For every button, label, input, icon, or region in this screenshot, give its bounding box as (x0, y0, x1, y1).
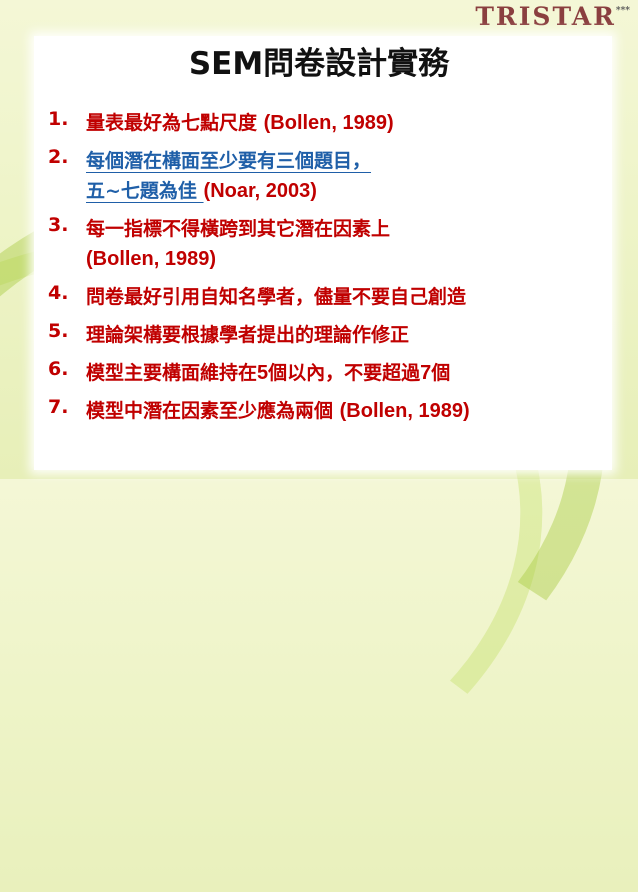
item-text: 問卷最好引用自知名學者，儘量不要自己創造 (86, 286, 467, 308)
item-number: 5. (48, 320, 69, 342)
list-item-1: 1. 量表最好為七點尺度 (Bollen, 1989) (48, 108, 628, 138)
item-text: 個 (431, 362, 451, 384)
item-number: 1. (48, 108, 69, 130)
list-item-3: 3. 每一指標不得橫跨到其它潛在因素上 (Bollen, 1989) (48, 214, 628, 274)
tristar-logo: TRISTAR*** (475, 2, 630, 31)
brand-stars: *** (615, 6, 630, 16)
item-text: 模型中潛在因素至少應為兩個 (86, 400, 340, 422)
item-number: 7. (48, 396, 69, 418)
item-reference: (Bollen, 1989) (263, 112, 394, 134)
item-link-text[interactable]: 五~七題為佳 (86, 180, 204, 202)
item-number: 2. (48, 146, 69, 168)
item-number: 6. (48, 358, 69, 380)
item-text: 個以內，不要超過 (268, 362, 421, 384)
item-text: 量表最好為七點尺度 (86, 112, 264, 134)
item-reference: (Noar, 2003) (203, 180, 317, 202)
list-item-4: 4. 問卷最好引用自知名學者，儘量不要自己創造 (48, 282, 628, 312)
list-item-5: 5. 理論架構要根據學者提出的理論作修正 (48, 320, 628, 350)
item-number-value: 5 (257, 362, 269, 384)
list-item-7: 7. 模型中潛在因素至少應為兩個 (Bollen, 1989) (48, 396, 628, 426)
item-text: 每一指標不得橫跨到其它潛在因素上 (86, 218, 391, 240)
brand-name: TRISTAR (475, 2, 616, 31)
item-number: 4. (48, 282, 69, 304)
list-item-6: 6. 模型主要構面維持在5個以內，不要超過7個 (48, 358, 628, 388)
list-item-2: 2. 每個潛在構面至少要有三個題目， 五~七題為佳 (Noar, 2003) (48, 146, 628, 206)
item-reference: (Bollen, 1989) (86, 248, 217, 270)
item-reference: (Bollen, 1989) (339, 400, 470, 422)
bullet-list: 1. 量表最好為七點尺度 (Bollen, 1989) 2. 每個潛在構面至少要… (48, 108, 628, 426)
slide-title: SEM問卷設計實務 (188, 46, 450, 82)
item-link-text[interactable]: 每個潛在構面至少要有三個題目， (86, 150, 371, 172)
item-text: 理論架構要根據學者提出的理論作修正 (86, 324, 410, 346)
item-number-value: 7 (420, 362, 432, 384)
item-number: 3. (48, 214, 69, 236)
item-text: 模型主要構面維持在 (86, 362, 258, 384)
